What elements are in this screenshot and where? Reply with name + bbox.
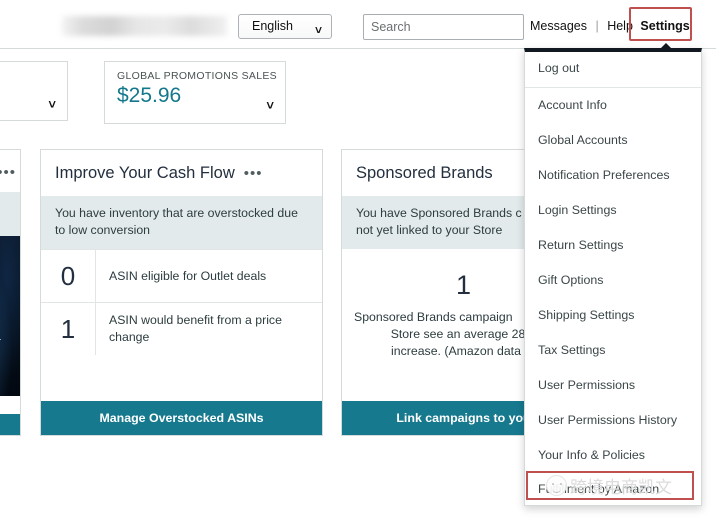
seller-name-redacted xyxy=(62,16,227,36)
menu-item-shipping-settings[interactable]: Shipping Settings xyxy=(525,298,701,333)
stat-row: 0 ASIN eligible for Outlet deals xyxy=(41,249,322,302)
widget-partial-header: ••• xyxy=(0,150,20,192)
menu-item-log-out[interactable]: Log out xyxy=(525,52,701,88)
more-options-icon[interactable]: ••• xyxy=(0,164,16,181)
settings-dropdown-menu: Log out Account Info Global Accounts Not… xyxy=(524,48,702,506)
menu-item-your-info-and-policies[interactable]: Your Info & Policies xyxy=(525,438,701,473)
menu-item-gift-options[interactable]: Gift Options xyxy=(525,263,701,298)
help-link[interactable]: Help xyxy=(607,19,633,33)
stat-row: 1 ASIN would benefit from a price change xyxy=(41,302,322,355)
widget-improve-your-cash-flow: Improve Your Cash Flow ••• You have inve… xyxy=(40,149,323,436)
chevron-down-icon: ˅ xyxy=(315,19,322,42)
widget-partial-banner xyxy=(0,192,20,236)
menu-item-return-settings[interactable]: Return Settings xyxy=(525,228,701,263)
app-window: ˅ GLOBAL PROMOTIONS SALES $25.96 ˅ ••• I… xyxy=(0,0,716,522)
chevron-down-icon[interactable]: ˅ xyxy=(266,98,274,113)
more-options-icon[interactable]: ••• xyxy=(244,165,263,182)
top-navigation-bar: English ˅ Messages | Help Settings xyxy=(0,0,716,49)
kpi-card-partial[interactable]: ˅ xyxy=(0,61,68,121)
kpi-label: GLOBAL PROMOTIONS SALES xyxy=(105,62,285,82)
language-selector-value: English xyxy=(252,19,293,33)
menu-item-notification-preferences[interactable]: Notification Preferences xyxy=(525,158,701,193)
widget-title: Improve Your Cash Flow ••• xyxy=(41,150,322,196)
menu-item-user-permissions[interactable]: User Permissions xyxy=(525,368,701,403)
settings-button[interactable]: Settings xyxy=(640,19,689,33)
widget-partial-cta[interactable] xyxy=(0,414,20,436)
widget-banner: You have inventory that are overstocked … xyxy=(41,196,322,249)
menu-item-account-info[interactable]: Account Info xyxy=(525,88,701,123)
chevron-down-icon[interactable]: ˅ xyxy=(48,97,56,112)
kpi-value: $25.96 xyxy=(105,82,285,108)
nav-separator: | xyxy=(595,19,598,33)
language-selector[interactable]: English ˅ xyxy=(238,14,332,39)
messages-link[interactable]: Messages xyxy=(530,19,587,33)
menu-item-global-accounts[interactable]: Global Accounts xyxy=(525,123,701,158)
menu-item-login-settings[interactable]: Login Settings xyxy=(525,193,701,228)
stat-label: ASIN would benefit from a price change xyxy=(95,303,322,355)
kpi-card-global-promotions-sales[interactable]: GLOBAL PROMOTIONS SALES $25.96 ˅ xyxy=(104,61,286,124)
widget-partial-image xyxy=(0,236,20,396)
widget-partial-spacer xyxy=(0,396,20,414)
search-bar xyxy=(363,14,524,40)
widget-title-text: Sponsored Brands xyxy=(356,164,493,183)
widget-partial-left: ••• xyxy=(0,149,21,436)
stat-label: ASIN eligible for Outlet deals xyxy=(95,250,322,302)
menu-item-fulfillment-by-amazon[interactable]: Fulfillment by Amazon xyxy=(525,473,701,505)
widget-title-text: Improve Your Cash Flow xyxy=(55,164,235,183)
stat-number: 1 xyxy=(41,314,95,345)
manage-overstocked-asins-button[interactable]: Manage Overstocked ASINs xyxy=(41,401,322,435)
menu-item-tax-settings[interactable]: Tax Settings xyxy=(525,333,701,368)
stat-number: 0 xyxy=(41,261,95,292)
top-nav-links: Messages | Help Settings xyxy=(530,19,690,33)
menu-item-user-permissions-history[interactable]: User Permissions History xyxy=(525,403,701,438)
search-input[interactable] xyxy=(364,15,524,39)
dropdown-pointer-icon xyxy=(660,43,672,49)
